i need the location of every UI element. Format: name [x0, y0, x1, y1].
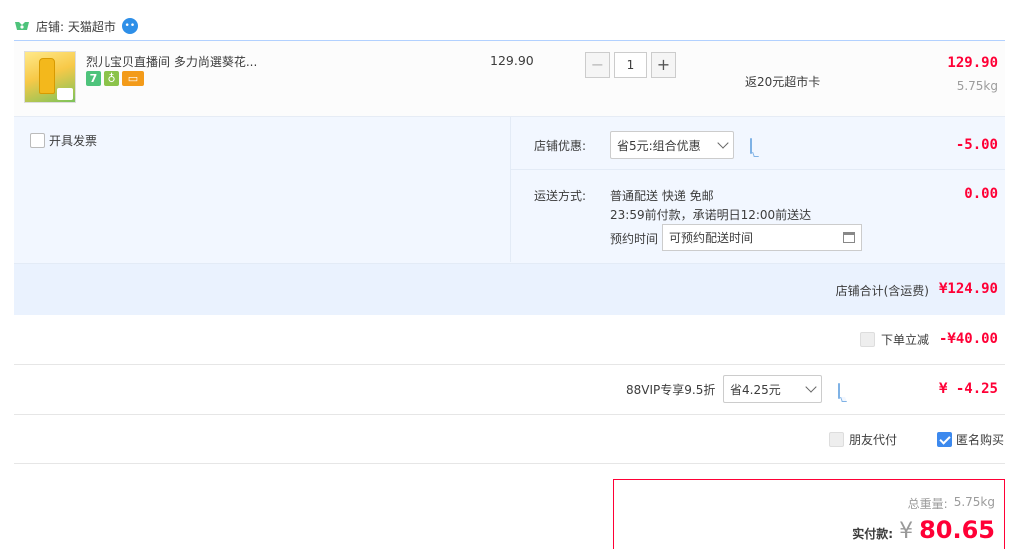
- shop-discount-label: 店铺优惠:: [534, 139, 587, 153]
- message-icon[interactable]: [750, 138, 752, 154]
- invoice-label: 开具发票: [49, 134, 98, 148]
- shipping-label: 运送方式:: [534, 189, 587, 203]
- chevron-down-icon: [717, 137, 729, 149]
- total-weight-label: 总重量:: [907, 497, 948, 511]
- shop-total-label: 店铺合计(含运费): [835, 284, 929, 298]
- divider: [14, 364, 1005, 365]
- instant-discount-option: 下单立减: [860, 331, 929, 348]
- anonymous-buy-checkbox[interactable]: [937, 432, 952, 447]
- instant-discount-label: 下单立减: [881, 333, 930, 347]
- shop-discount-select[interactable]: 省5元:组合优惠: [610, 131, 734, 159]
- instant-discount-amount: -¥40.00: [938, 331, 998, 347]
- shipping-fee: 0.00: [964, 186, 998, 202]
- divider: [14, 463, 1005, 464]
- product-title[interactable]: 烈儿宝贝直播间 多力尚選葵花...: [86, 53, 257, 70]
- item-subtotal: 129.90: [947, 55, 998, 71]
- vip-discount-select[interactable]: 省4.25元: [723, 375, 822, 403]
- calendar-icon[interactable]: [843, 232, 855, 243]
- appointment-time-input[interactable]: 可预约配送时间: [662, 224, 862, 251]
- vip-discount-amount: ¥ -4.25: [938, 381, 998, 397]
- shop-total-amount: ¥124.90: [938, 281, 998, 297]
- item-weight: 5.75kg: [956, 79, 998, 93]
- friend-pay-checkbox[interactable]: [829, 432, 844, 447]
- delivery-promise: 23:59前付款，承诺明日12:00前送达: [610, 208, 812, 222]
- quantity-decrease-button[interactable]: −: [585, 52, 610, 78]
- anonymous-buy-option[interactable]: 匿名购买: [937, 431, 1004, 448]
- payment-summary-box: 总重量: 5.75kg 实付款: ¥ 80.65: [613, 479, 1005, 549]
- vip-label: 88VIP专享9.5折: [626, 383, 716, 397]
- seven-day-return-icon[interactable]: 7: [86, 71, 101, 86]
- divider: [14, 414, 1005, 415]
- shop-total-row: 店铺合计(含运费) ¥124.90: [14, 263, 1005, 315]
- total-weight-value: 5.75kg: [953, 495, 995, 509]
- invoice-option[interactable]: 开具发票: [30, 132, 97, 149]
- instant-discount-checkbox: [860, 332, 875, 347]
- appointment-label: 预约时间: [610, 232, 659, 246]
- friend-pay-option[interactable]: 朋友代付: [829, 431, 897, 448]
- invoice-checkbox[interactable]: [30, 133, 45, 148]
- item-promo-text: 返20元超市卡: [745, 75, 821, 89]
- shop-summary-panel: 开具发票 店铺优惠: 省5元:组合优惠 -5.00 运送方式: 普通配送 快递 …: [14, 116, 1005, 315]
- quantity-stepper: − 1 +: [585, 52, 676, 78]
- shipping-method: 普通配送 快递 免邮: [610, 189, 714, 203]
- anonymous-buy-label: 匿名购买: [956, 433, 1005, 447]
- shop-discount-amount: -5.00: [955, 137, 998, 153]
- product-thumbnail[interactable]: [24, 51, 76, 103]
- card-payment-icon[interactable]: ▭: [122, 71, 144, 86]
- actual-payment-amount: 80.65: [919, 516, 995, 544]
- unit-price: 129.90: [490, 53, 534, 68]
- wangwang-chat-icon[interactable]: ••: [121, 18, 138, 34]
- quantity-increase-button[interactable]: +: [651, 52, 676, 78]
- actual-payment: 实付款: ¥ 80.65: [852, 516, 995, 544]
- divider: [510, 169, 1005, 170]
- shop-discount-value: 省5元:组合优惠: [617, 138, 701, 153]
- service-badges: 7 ♁ ▭: [86, 71, 144, 86]
- cart-item-row: 烈儿宝贝直播间 多力尚選葵花... 7 ♁ ▭ 129.90 − 1 + 返20…: [14, 40, 1005, 116]
- guarantee-icon[interactable]: ♁: [104, 71, 119, 86]
- appointment-placeholder: 可预约配送时间: [669, 231, 754, 245]
- currency-symbol: ¥: [899, 519, 914, 544]
- shop-name[interactable]: 店铺: 天猫超市: [36, 18, 116, 35]
- chevron-down-icon: [805, 381, 817, 393]
- actual-payment-label: 实付款:: [852, 527, 894, 541]
- total-weight: 总重量: 5.75kg: [908, 495, 995, 512]
- shop-header: 店铺: 天猫超市 ••: [14, 16, 138, 36]
- friend-pay-label: 朋友代付: [849, 433, 898, 447]
- quantity-input[interactable]: 1: [614, 52, 647, 78]
- vip-discount-value: 省4.25元: [730, 382, 781, 397]
- message-icon[interactable]: [838, 383, 840, 399]
- shop-icon: [15, 22, 29, 30]
